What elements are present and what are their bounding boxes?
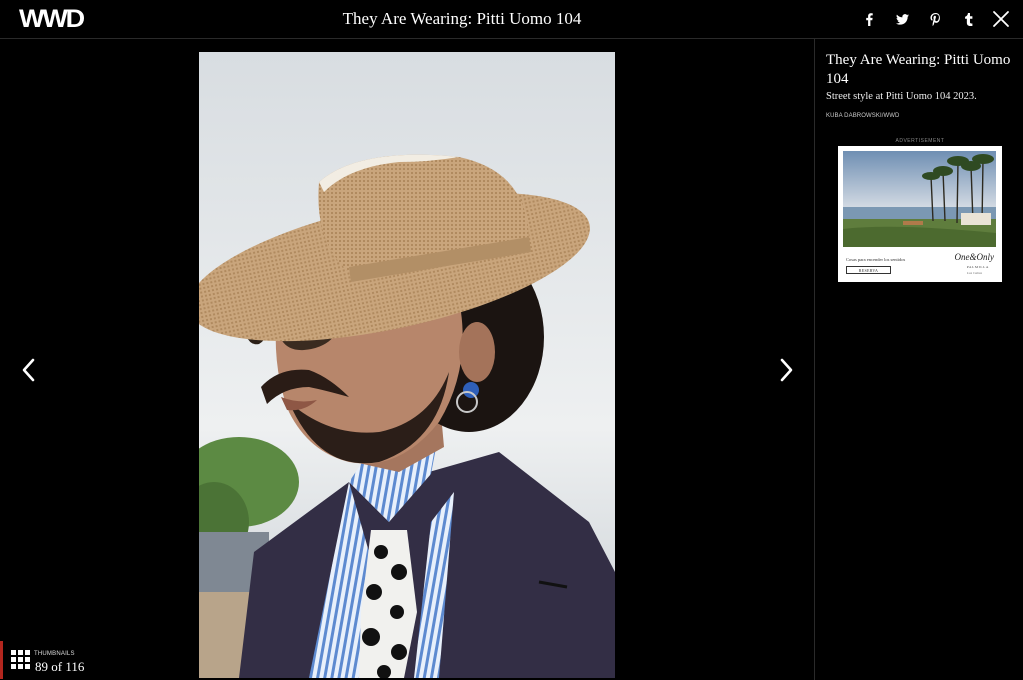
chevron-right-icon: [780, 358, 793, 382]
photo-credit: KUBA DABROWSKI/WWD: [826, 113, 900, 119]
grid-icon: [11, 650, 30, 669]
tumblr-icon[interactable]: [957, 9, 979, 29]
next-arrow[interactable]: [776, 357, 798, 383]
slide-counter: 89 of 116: [35, 659, 85, 674]
ad-brand-location: Los Cabos: [967, 271, 982, 275]
thumbnails-label: THUMBNAILS: [34, 651, 75, 657]
ad-tagline: Cosas para encender los sentidos: [846, 257, 906, 262]
thumbnails-button[interactable]: THUMBNAILS 89 of 116: [0, 641, 120, 679]
ad-brand-logo: One&Only: [954, 252, 995, 262]
gallery-title: They Are Wearing: Pitti Uomo 104: [342, 9, 582, 28]
gallery-stage: THUMBNAILS 89 of 116: [0, 39, 814, 680]
previous-arrow[interactable]: [17, 357, 39, 383]
chevron-left-icon: [22, 358, 35, 382]
top-bar: WWD They Are Wearing: Pitti Uomo 104: [0, 0, 1023, 39]
close-icon[interactable]: [990, 8, 1012, 30]
photo-caption: Street style at Pitti Uomo 104 2023.: [826, 91, 977, 102]
ad-image: [843, 151, 996, 247]
ad-brand-subtitle: PALMILLA: [966, 265, 989, 269]
thumbnails-accent: [0, 641, 3, 679]
street-style-photo: [199, 52, 615, 678]
advertisement-label: ADVERTISEMENT: [895, 138, 945, 144]
sidebar-title: They Are Wearing: Pitti Uomo 104: [826, 52, 1011, 87]
twitter-icon[interactable]: [891, 9, 913, 29]
advertisement[interactable]: Cosas para encender los sentidos RESERVA…: [838, 146, 1002, 282]
gallery-sidebar: They Are Wearing: Pitti Uomo 104 Street …: [814, 39, 1023, 680]
pinterest-icon[interactable]: [924, 9, 946, 29]
facebook-icon[interactable]: [858, 9, 880, 29]
ad-reserve-button[interactable]: RESERVA: [846, 266, 891, 274]
